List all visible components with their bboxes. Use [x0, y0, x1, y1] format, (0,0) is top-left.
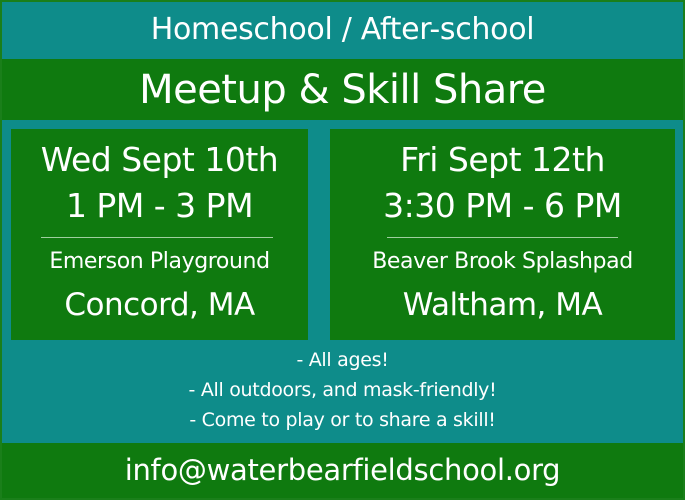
event-time: 1 PM - 3 PM [65, 186, 254, 225]
event-date: Fri Sept 12th [400, 140, 605, 179]
note-all-ages: - All ages! [296, 349, 389, 371]
flyer-title: Meetup & Skill Share [139, 67, 546, 113]
event-card-concord: Wed Sept 10th 1 PM - 3 PM Emerson Playgr… [11, 129, 308, 340]
contact-email-link[interactable]: info@waterbearfieldschool.org [0, 448, 685, 492]
flyer: Homeschool / After-school Meetup & Skill… [0, 0, 685, 500]
event-city: Waltham, MA [402, 287, 603, 323]
event-card-waltham: Fri Sept 12th 3:30 PM - 6 PM Beaver Broo… [330, 129, 675, 340]
note-play-or-share: - Come to play or to share a skill! [189, 409, 496, 431]
card-divider [41, 237, 273, 238]
note-outdoors: - All outdoors, and mask-friendly! [188, 379, 497, 401]
event-venue: Beaver Brook Splashpad [372, 249, 633, 274]
flyer-subtitle: Homeschool / After-school [150, 12, 535, 47]
event-venue: Emerson Playground [49, 249, 270, 274]
event-time: 3:30 PM - 6 PM [383, 186, 622, 225]
event-date: Wed Sept 10th [40, 140, 279, 179]
event-city: Concord, MA [64, 287, 255, 323]
card-divider [387, 237, 618, 238]
event-notes: - All ages! - All outdoors, and mask-fri… [0, 345, 685, 435]
